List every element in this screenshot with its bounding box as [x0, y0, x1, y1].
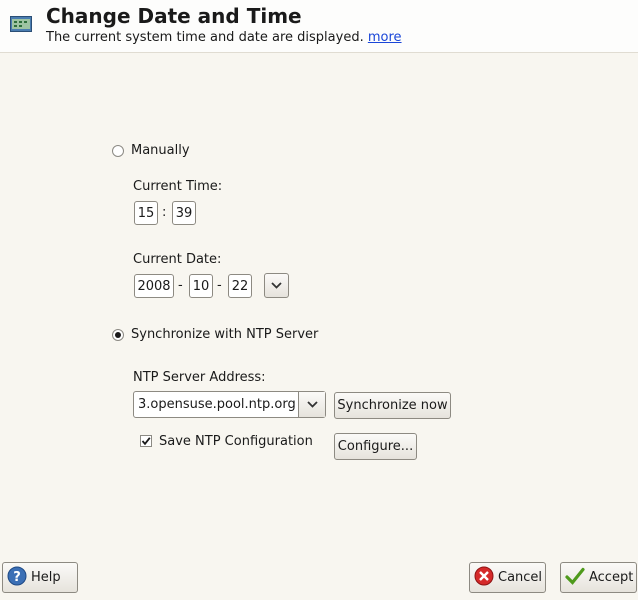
ntp-radio-label[interactable]: Synchronize with NTP Server	[131, 327, 318, 342]
synchronize-now-button[interactable]: Synchronize now	[334, 392, 451, 419]
ntp-radio[interactable]	[112, 329, 124, 341]
svg-text:?: ?	[13, 570, 21, 585]
header-banner: Change Date and Time The current system …	[0, 0, 638, 53]
hour-field[interactable]	[134, 201, 158, 225]
day-field[interactable]	[228, 274, 252, 298]
manually-radio-label[interactable]: Manually	[131, 143, 190, 158]
help-button-label: Help	[31, 570, 61, 585]
ntp-server-combo[interactable]: 3.opensuse.pool.ntp.org	[133, 391, 326, 418]
cancel-button[interactable]: Cancel	[469, 562, 546, 593]
manually-radio[interactable]	[112, 145, 124, 157]
checkmark-icon	[565, 566, 585, 590]
page-title: Change Date and Time	[46, 4, 302, 28]
accept-button-label: Accept	[589, 570, 634, 585]
time-separator: :	[162, 205, 167, 220]
ntp-server-value[interactable]: 3.opensuse.pool.ntp.org	[134, 392, 298, 417]
ntp-server-address-label: NTP Server Address:	[133, 370, 266, 385]
minute-field[interactable]	[172, 201, 196, 225]
checkmark-icon	[141, 437, 151, 446]
current-time-label: Current Time:	[133, 179, 223, 194]
configure-button[interactable]: Configure...	[334, 433, 417, 460]
accept-button[interactable]: Accept	[560, 562, 637, 593]
year-field[interactable]	[134, 274, 174, 298]
clock-calendar-icon	[10, 16, 32, 36]
chevron-down-icon	[271, 273, 282, 298]
chevron-down-icon	[306, 401, 318, 408]
help-icon: ?	[7, 566, 27, 590]
save-ntp-label[interactable]: Save NTP Configuration	[159, 434, 313, 449]
page-subtitle: The current system time and date are dis…	[46, 30, 402, 45]
current-date-label: Current Date:	[133, 252, 222, 267]
more-link[interactable]: more	[368, 30, 402, 45]
ntp-server-dropdown-button[interactable]	[298, 392, 325, 417]
cancel-button-label: Cancel	[498, 570, 543, 585]
subtitle-text: The current system time and date are dis…	[46, 30, 364, 45]
date-separator-1: -	[178, 278, 183, 293]
date-separator-2: -	[217, 278, 222, 293]
save-ntp-checkbox[interactable]	[140, 435, 152, 447]
date-picker-button[interactable]	[264, 273, 289, 298]
cancel-icon	[474, 566, 494, 590]
month-field[interactable]	[189, 274, 213, 298]
help-button[interactable]: ? Help	[2, 562, 78, 593]
